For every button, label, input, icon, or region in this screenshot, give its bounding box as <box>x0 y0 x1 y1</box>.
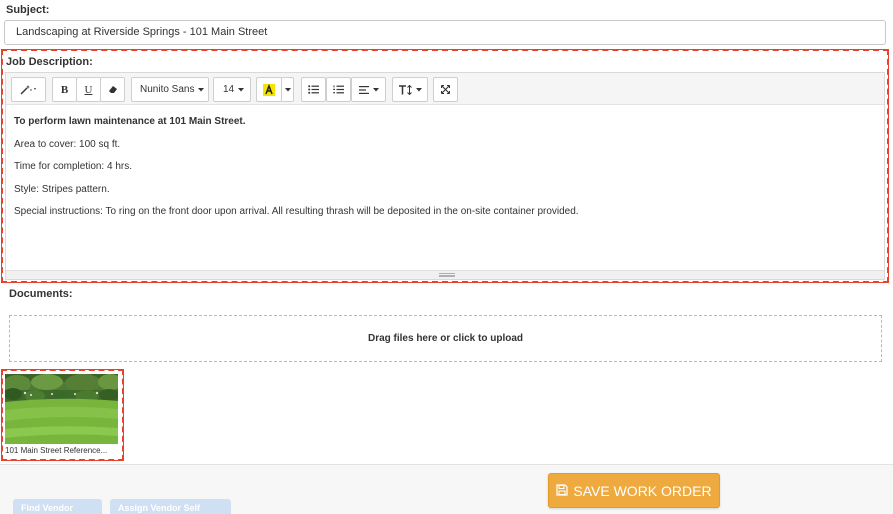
caret-down-icon <box>415 87 422 92</box>
align-left-icon <box>358 85 369 94</box>
font-family-dropdown[interactable]: Nunito Sans <box>131 77 209 102</box>
text-color-icon <box>263 83 275 96</box>
paragraph-align-dropdown[interactable] <box>351 77 386 102</box>
content-line: To perform lawn maintenance at 101 Main … <box>14 116 246 127</box>
garden-image <box>5 374 118 444</box>
magic-wand-icon <box>19 84 39 95</box>
underline-button[interactable]: U <box>76 77 101 102</box>
clear-format-button[interactable] <box>100 77 125 102</box>
documents-label: Documents: <box>9 288 73 300</box>
find-vendor-label: Find Vendor <box>21 503 74 513</box>
line-height-icon <box>398 84 413 95</box>
text-color-button[interactable] <box>256 77 282 102</box>
bullet-list-icon <box>308 85 319 94</box>
text-color-dropdown[interactable] <box>281 77 294 102</box>
save-work-order-label: SAVE WORK ORDER <box>573 482 712 499</box>
bullet-list-button[interactable] <box>301 77 326 102</box>
expand-icon <box>441 85 450 94</box>
content-line: Area to cover: 100 sq ft. <box>14 138 121 150</box>
grip-icon <box>439 273 455 277</box>
caret-down-icon <box>238 87 245 92</box>
job-description-label: Job Description: <box>6 56 93 68</box>
font-size-dropdown[interactable]: 14 <box>213 77 251 102</box>
assign-vendor-label: Assign Vendor Self <box>118 503 201 513</box>
subject-label: Subject: <box>6 4 50 16</box>
document-filename: 101 Main Street Reference... <box>5 446 108 455</box>
rich-text-editor[interactable]: B U Nunito Sans 14 To perform lawn maint… <box>5 72 885 280</box>
editor-resize-handle[interactable] <box>6 270 884 279</box>
font-family-value: Nunito Sans <box>140 84 195 95</box>
magic-wand-button[interactable] <box>11 77 46 102</box>
editor-toolbar: B U Nunito Sans 14 <box>6 73 884 105</box>
numbered-list-icon <box>333 85 344 94</box>
floppy-disk-icon <box>556 483 568 499</box>
subject-input[interactable]: Landscaping at Riverside Springs - 101 M… <box>4 20 886 45</box>
dropzone-text: Drag files here or click to upload <box>367 333 524 344</box>
save-work-order-button[interactable]: SAVE WORK ORDER <box>548 473 720 508</box>
eraser-icon <box>108 85 118 94</box>
bold-button[interactable]: B <box>52 77 77 102</box>
file-dropzone[interactable]: Drag files here or click to upload <box>9 315 882 362</box>
content-line: Time for completion: 4 hrs. <box>14 161 133 173</box>
content-line: Style: Stripes pattern. <box>14 183 110 195</box>
font-size-value: 14 <box>223 84 235 95</box>
numbered-list-button[interactable] <box>326 77 351 102</box>
content-line: Special instructions: To ring on the fro… <box>14 206 579 218</box>
caret-down-icon <box>198 87 205 92</box>
editor-content[interactable]: To perform lawn maintenance at 101 Main … <box>14 115 874 228</box>
document-thumbnail[interactable] <box>5 374 118 444</box>
line-height-dropdown[interactable] <box>392 77 428 102</box>
assign-vendor-button[interactable]: Assign Vendor Self <box>110 499 231 514</box>
caret-down-icon <box>372 87 379 92</box>
find-vendor-button[interactable]: Find Vendor <box>13 499 102 514</box>
fullscreen-button[interactable] <box>433 77 458 102</box>
caret-down-icon <box>284 87 291 92</box>
